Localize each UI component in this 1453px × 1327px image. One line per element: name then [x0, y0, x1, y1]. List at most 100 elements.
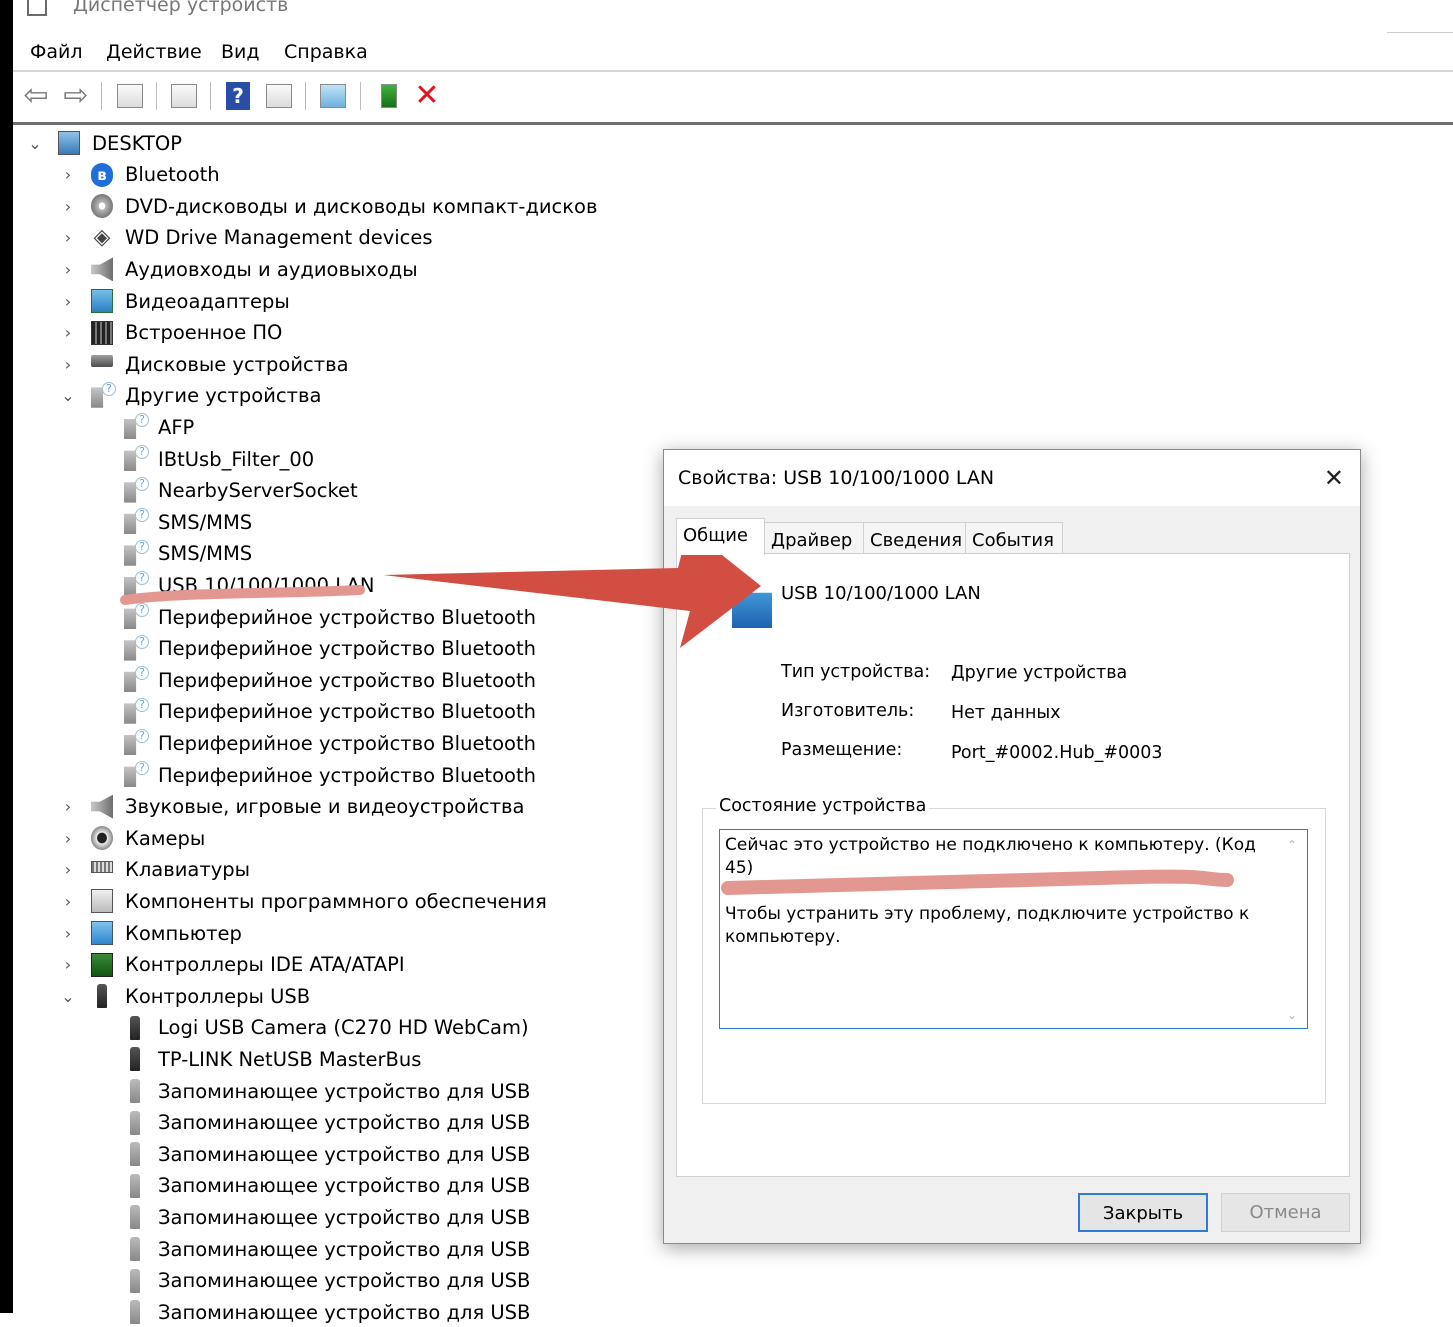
device-status-text: Сейчас это устройство не подключено к ко…	[725, 835, 1256, 947]
uninstall-button[interactable]: ✕	[411, 80, 443, 112]
chevron-down-icon[interactable]: ⌄	[60, 987, 76, 1006]
chevron-right-icon[interactable]: ›	[60, 292, 76, 311]
tree-item-label: IBtUsb_Filter_00	[158, 447, 315, 471]
tree-item-label: Периферийное устройство Bluetooth	[158, 605, 536, 629]
properties-button[interactable]	[168, 80, 200, 112]
toolbar-separator	[360, 82, 361, 110]
chevron-right-icon[interactable]: ›	[60, 355, 76, 374]
tab-details[interactable]: Сведения	[863, 522, 966, 554]
tree-item-label: NearbyServerSocket	[158, 479, 358, 503]
device-status-group: Состояние устройства Сейчас это устройст…	[702, 796, 1326, 1104]
software-component-icon	[91, 889, 113, 914]
tree-item-label: Периферийное устройство Bluetooth	[158, 668, 536, 692]
update-driver-icon	[381, 84, 397, 108]
forward-button[interactable]: ⇨	[60, 80, 92, 112]
camera-icon	[91, 826, 113, 851]
show-hide-console-tree-icon	[117, 84, 143, 108]
close-icon[interactable]: ✕	[1324, 464, 1344, 492]
dialog-title-bar: Свойства: USB 10/100/1000 LAN ✕	[664, 450, 1360, 506]
chevron-right-icon[interactable]: ›	[60, 323, 76, 342]
tree-item-label: Запоминающее устройство для USB	[158, 1111, 531, 1135]
wd-icon: ◈	[93, 224, 111, 250]
help-button[interactable]: ?	[222, 80, 254, 112]
chevron-down-icon[interactable]: ⌄	[60, 386, 76, 405]
chevron-down-icon[interactable]: ⌄	[27, 134, 43, 153]
question-mark-icon: ?	[135, 508, 149, 523]
back-button[interactable]: ⇦	[20, 80, 52, 112]
question-mark-icon: ?	[135, 539, 149, 554]
tree-item-label: Запоминающее устройство для USB	[158, 1142, 531, 1166]
usb-plug-icon	[130, 1237, 140, 1261]
close-button[interactable]: Закрыть	[1078, 1193, 1208, 1232]
device-status-textbox[interactable]: Сейчас это устройство не подключено к ко…	[719, 829, 1308, 1029]
tree-item-label: Компьютер	[125, 921, 242, 945]
update-driver-button[interactable]	[373, 80, 405, 112]
tree-root-label: DESKTOP	[92, 131, 183, 155]
usb-plug-icon	[130, 1173, 140, 1198]
chevron-right-icon[interactable]: ›	[60, 860, 76, 879]
chevron-right-icon[interactable]: ›	[60, 197, 76, 216]
tree-item-label: Аудиовходы и аудиовыходы	[125, 257, 418, 281]
device-name: USB 10/100/1000 LAN	[781, 583, 981, 604]
tree-item-label: Камеры	[125, 826, 206, 850]
action-pane-button[interactable]	[263, 80, 295, 112]
usb-plug-icon	[130, 1268, 140, 1293]
chevron-right-icon[interactable]: ›	[60, 892, 76, 911]
tab-general[interactable]: Общие	[676, 518, 765, 555]
show-hide-console-tree-button[interactable]	[114, 80, 146, 112]
tree-item-label: Звуковые, игровые и видеоустройства	[125, 795, 525, 819]
tree-item-label: USB 10/100/1000 LAN	[158, 573, 375, 597]
question-mark-icon: ?	[135, 603, 149, 617]
tree-item-label: SMS/MMS	[158, 510, 253, 534]
tree-item-label: TP-LINK NetUSB MasterBus	[158, 1047, 422, 1071]
tree-item-label: Компоненты программного обеспечения	[125, 889, 547, 913]
chevron-right-icon[interactable]: ›	[60, 228, 76, 247]
window-title: Диспетчер устройств	[73, 0, 289, 16]
properties-dialog: Свойства: USB 10/100/1000 LAN ✕ Общие Др…	[663, 449, 1361, 1244]
computer-icon	[58, 131, 80, 155]
usb-plug-icon	[130, 1047, 140, 1072]
network-adapter-icon	[732, 592, 772, 628]
question-mark-icon: ?	[135, 697, 149, 712]
back-icon: ⇦	[23, 78, 49, 113]
menu-file[interactable]: Файл	[30, 41, 83, 63]
tab-events[interactable]: События	[965, 522, 1063, 554]
usb-plug-icon	[130, 1142, 140, 1167]
device-status-label: Состояние устройства	[716, 796, 930, 816]
chevron-right-icon[interactable]: ›	[60, 955, 76, 974]
scroll-down-icon[interactable]: ⌄	[1287, 1008, 1297, 1022]
menu-help[interactable]: Справка	[284, 41, 368, 63]
properties-icon	[171, 84, 197, 108]
chevron-right-icon[interactable]: ›	[60, 165, 76, 184]
tree-item-label: DVD-дисководы и дисководы компакт-дисков	[125, 194, 598, 218]
window-left-edge	[0, 0, 13, 1313]
device-type-value: Другие устройства	[951, 663, 1128, 683]
usb-plug-icon	[130, 1015, 140, 1040]
cancel-button[interactable]: Отмена	[1221, 1193, 1350, 1232]
disk-icon	[91, 355, 113, 368]
uninstall-icon: ✕	[414, 78, 440, 113]
scroll-up-icon[interactable]: ⌃	[1287, 838, 1297, 852]
menu-action[interactable]: Действие	[106, 41, 202, 63]
tree-item-label: Контроллеры USB	[125, 984, 311, 1008]
usb-plug-icon	[130, 1300, 140, 1325]
scan-hardware-icon	[320, 84, 346, 108]
tree-item-label: Другие устройства	[125, 384, 322, 408]
keyboard-icon	[91, 860, 113, 873]
tree-item-label: Запоминающее устройство для USB	[158, 1079, 531, 1103]
menu-bar: Файл Действие Вид Справка	[13, 35, 1453, 72]
chevron-right-icon[interactable]: ›	[60, 924, 76, 943]
tab-driver[interactable]: Драйвер	[764, 522, 864, 554]
question-mark-icon: ?	[135, 571, 149, 586]
chevron-right-icon[interactable]: ›	[60, 829, 76, 848]
question-mark-icon: ?	[135, 666, 149, 681]
device-type-label: Тип устройства:	[781, 662, 931, 682]
question-mark-icon: ?	[135, 476, 149, 491]
menu-view[interactable]: Вид	[221, 41, 260, 63]
scan-hardware-button[interactable]	[317, 80, 349, 112]
tree-item-label: Периферийное устройство Bluetooth	[158, 700, 536, 724]
tab-panel-general: USB 10/100/1000 LAN Тип устройства: Друг…	[676, 553, 1350, 1177]
device-manager-app-icon	[27, 0, 47, 16]
chevron-right-icon[interactable]: ›	[60, 797, 76, 816]
chevron-right-icon[interactable]: ›	[60, 260, 76, 279]
